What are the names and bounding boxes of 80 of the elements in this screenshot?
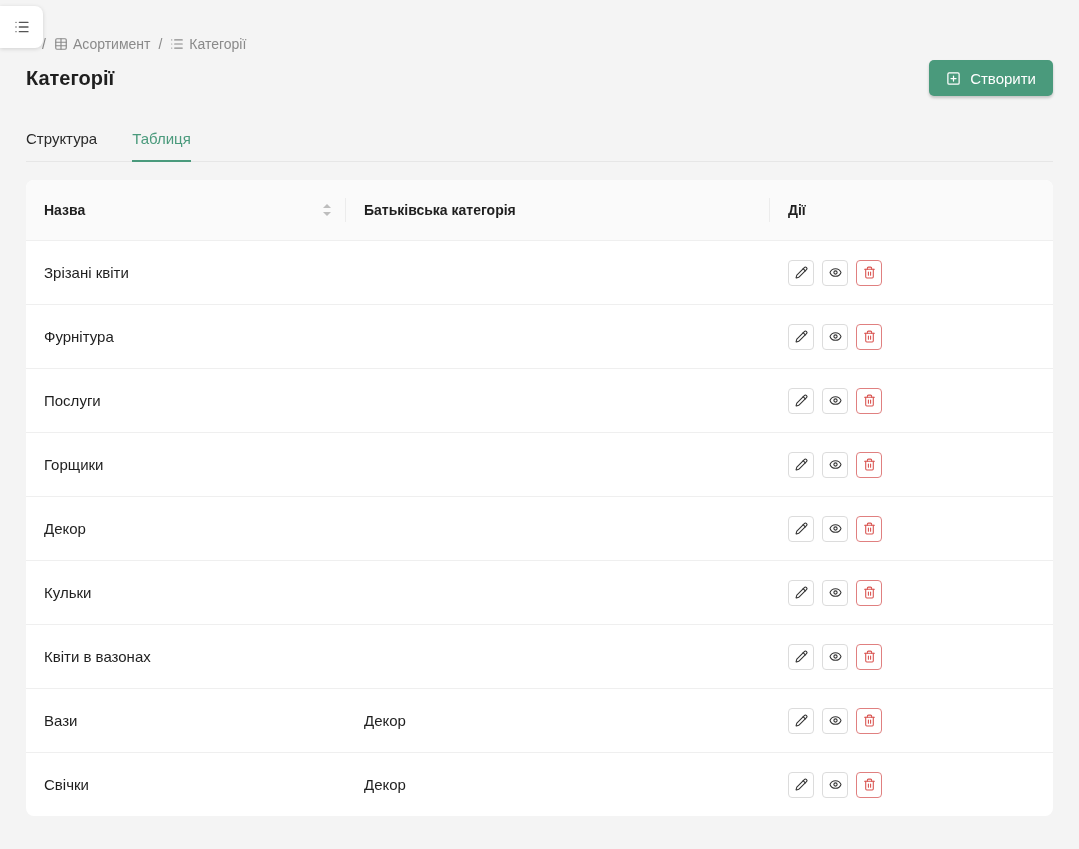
delete-button[interactable] bbox=[856, 707, 882, 734]
pencil-icon bbox=[794, 586, 808, 599]
trash-icon bbox=[862, 778, 876, 791]
edit-button[interactable] bbox=[788, 451, 814, 478]
delete-button[interactable] bbox=[856, 323, 882, 350]
column-header: Назва bbox=[44, 202, 86, 218]
edit-button[interactable] bbox=[788, 579, 814, 606]
tab[interactable]: Структура bbox=[26, 120, 98, 162]
pencil-icon bbox=[794, 266, 808, 279]
view-button[interactable] bbox=[822, 579, 848, 606]
pencil-icon bbox=[794, 458, 808, 471]
table-cell-text: Фурнітура bbox=[43, 328, 115, 345]
create-button[interactable]: Створити bbox=[929, 60, 1053, 96]
table-icon bbox=[53, 37, 68, 51]
breadcrumb-link[interactable]: Асортимент bbox=[53, 36, 151, 52]
table-cell-text: Декор bbox=[43, 520, 87, 537]
trash-icon bbox=[862, 650, 876, 663]
trash-icon bbox=[862, 714, 876, 727]
table-cell-text: Горщики bbox=[43, 456, 105, 473]
view-button[interactable] bbox=[822, 259, 848, 286]
delete-button[interactable] bbox=[856, 451, 882, 478]
pencil-icon bbox=[794, 330, 808, 343]
eye-icon bbox=[828, 522, 842, 535]
view-button[interactable] bbox=[822, 643, 848, 670]
table-cell-text: Квіти в вазонах bbox=[43, 648, 152, 665]
edit-button[interactable] bbox=[788, 323, 814, 350]
view-button[interactable] bbox=[822, 323, 848, 350]
trash-icon bbox=[862, 458, 876, 471]
view-button[interactable] bbox=[822, 451, 848, 478]
table-cell-text: Послуги bbox=[43, 392, 102, 409]
trash-icon bbox=[862, 394, 876, 407]
trash-icon bbox=[862, 330, 876, 343]
edit-button[interactable] bbox=[788, 515, 814, 542]
list-icon bbox=[170, 37, 185, 51]
breadcrumb-link[interactable]: Категорії bbox=[170, 36, 247, 52]
pencil-icon bbox=[794, 522, 808, 535]
eye-icon bbox=[828, 586, 842, 599]
table-cell-text: Декор bbox=[363, 712, 407, 729]
eye-icon bbox=[828, 330, 842, 343]
table-cell-text: Вази bbox=[43, 712, 79, 729]
eye-icon bbox=[828, 394, 842, 407]
table-cell-text: Кульки bbox=[43, 584, 93, 601]
eye-icon bbox=[828, 778, 842, 791]
eye-icon bbox=[828, 714, 842, 727]
view-button[interactable] bbox=[822, 387, 848, 414]
table-cell-text: Декор bbox=[363, 776, 407, 793]
trash-icon bbox=[862, 522, 876, 535]
table-cell-text: Свічки bbox=[43, 776, 90, 793]
view-button[interactable] bbox=[822, 771, 848, 798]
pencil-icon bbox=[794, 714, 808, 727]
edit-button[interactable] bbox=[788, 387, 814, 414]
pencil-icon bbox=[794, 778, 808, 791]
plus-square-icon bbox=[946, 70, 962, 86]
table-cell-text: Зрізані квіти bbox=[43, 264, 130, 281]
eye-icon bbox=[828, 650, 842, 663]
pencil-icon bbox=[794, 394, 808, 407]
breadcrumb-separator: / bbox=[158, 36, 163, 52]
breadcrumb-separator: / bbox=[42, 36, 46, 52]
menu-icon bbox=[13, 19, 30, 35]
eye-icon bbox=[828, 458, 842, 471]
edit-button[interactable] bbox=[788, 643, 814, 670]
page-title: Категорії bbox=[26, 66, 115, 90]
edit-button[interactable] bbox=[788, 259, 814, 286]
column-header: Дії bbox=[788, 202, 806, 218]
column-header: Батьківська категорія bbox=[364, 202, 516, 218]
delete-button[interactable] bbox=[856, 771, 882, 798]
delete-button[interactable] bbox=[856, 579, 882, 606]
trash-icon bbox=[862, 586, 876, 599]
delete-button[interactable] bbox=[856, 387, 882, 414]
pencil-icon bbox=[794, 650, 808, 663]
tab[interactable]: Таблиця bbox=[132, 120, 191, 162]
delete-button[interactable] bbox=[856, 643, 882, 670]
delete-button[interactable] bbox=[856, 259, 882, 286]
edit-button[interactable] bbox=[788, 707, 814, 734]
eye-icon bbox=[828, 266, 842, 279]
delete-button[interactable] bbox=[856, 515, 882, 542]
trash-icon bbox=[862, 266, 876, 279]
view-button[interactable] bbox=[822, 707, 848, 734]
view-button[interactable] bbox=[822, 515, 848, 542]
edit-button[interactable] bbox=[788, 771, 814, 798]
